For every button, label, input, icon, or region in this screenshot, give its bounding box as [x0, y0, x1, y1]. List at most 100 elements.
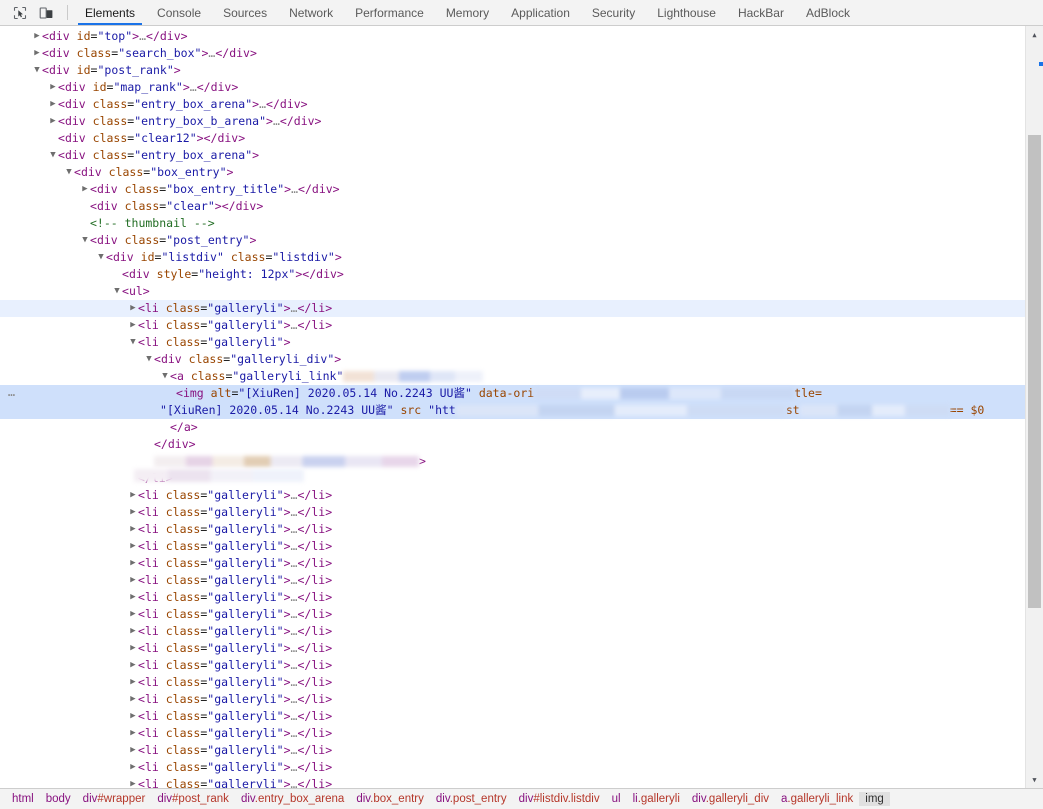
- disclosure-triangle[interactable]: ▶: [128, 640, 138, 657]
- dom-tree-row[interactable]: ▶ <div class="search_box">…</div>: [0, 45, 1026, 62]
- vertical-scrollbar[interactable]: ▲ ▼: [1025, 26, 1043, 788]
- disclosure-triangle[interactable]: ▶: [128, 674, 138, 691]
- disclosure-triangle[interactable]: ▶: [128, 691, 138, 708]
- dom-tree-row[interactable]: ▶ <li class="galleryli">…</li>: [0, 300, 1026, 317]
- breadcrumb-item-div-entry_box_arena[interactable]: div.entry_box_arena: [235, 792, 350, 806]
- disclosure-triangle[interactable]: ▶: [128, 708, 138, 725]
- disclosure-triangle[interactable]: ▼: [32, 62, 42, 79]
- disclosure-triangle[interactable]: ▼: [80, 232, 90, 249]
- dom-tree-row[interactable]: ▶ <li class="galleryli">…</li>: [0, 589, 1026, 606]
- dom-tree-row[interactable]: ▶ <div class="entry_box_b_arena">…</div>: [0, 113, 1026, 130]
- dom-tree-row[interactable]: <!-- thumbnail -->: [0, 215, 1026, 232]
- dom-tree-row[interactable]: ▶ <li class="galleryli">…</li>: [0, 776, 1026, 788]
- disclosure-triangle[interactable]: [80, 215, 90, 232]
- breadcrumb-item-div-post_rank[interactable]: div#post_rank: [151, 792, 235, 806]
- disclosure-triangle[interactable]: [80, 198, 90, 215]
- disclosure-triangle[interactable]: ▶: [32, 28, 42, 45]
- disclosure-triangle[interactable]: ▶: [128, 606, 138, 623]
- dom-tree-row[interactable]: </div>: [0, 436, 1026, 453]
- dom-tree-row[interactable]: <div style="height: 12px"></div>: [0, 266, 1026, 283]
- dom-tree-row[interactable]: ▶ <li class="galleryli">…</li>: [0, 674, 1026, 691]
- disclosure-triangle[interactable]: ▶: [128, 487, 138, 504]
- dom-tree-row[interactable]: ▶ <li class="galleryli">…</li>: [0, 657, 1026, 674]
- tab-memory[interactable]: Memory: [435, 0, 500, 25]
- breadcrumb-item-div-galleryli_div[interactable]: div.galleryli_div: [686, 792, 775, 806]
- dom-tree-row[interactable]: ▼ <div class="box_entry">: [0, 164, 1026, 181]
- disclosure-triangle[interactable]: ▼: [48, 147, 58, 164]
- breadcrumb-item-img[interactable]: img: [859, 792, 890, 806]
- disclosure-triangle[interactable]: ▶: [128, 300, 138, 317]
- expand-dots-badge[interactable]: …: [4, 386, 20, 399]
- disclosure-triangle[interactable]: ▼: [144, 351, 154, 368]
- breadcrumb-item-div-wrapper[interactable]: div#wrapper: [77, 792, 152, 806]
- disclosure-triangle[interactable]: [144, 436, 154, 453]
- dom-tree-row[interactable]: ▼ <ul>: [0, 283, 1026, 300]
- disclosure-triangle[interactable]: [144, 453, 154, 470]
- disclosure-triangle[interactable]: ▶: [128, 589, 138, 606]
- dom-tree-row[interactable]: <div class="clear"></div>: [0, 198, 1026, 215]
- breadcrumb-item-html[interactable]: html: [6, 792, 40, 806]
- dom-tree-row[interactable]: ▶ <li class="galleryli">…</li>: [0, 725, 1026, 742]
- dom-tree-row[interactable]: ▼ <div class="post_entry">: [0, 232, 1026, 249]
- dom-tree-row[interactable]: ▶ <li class="galleryli">…</li>: [0, 555, 1026, 572]
- dom-tree-row[interactable]: ▼ <li class="galleryli">: [0, 334, 1026, 351]
- dom-tree-row[interactable]: ▶ <li class="galleryli">…</li>: [0, 504, 1026, 521]
- dom-tree-row[interactable]: ▶ <li class="galleryli">…</li>: [0, 640, 1026, 657]
- tab-elements[interactable]: Elements: [74, 0, 146, 25]
- dom-tree-row[interactable]: ▶ <li class="galleryli">…</li>: [0, 759, 1026, 776]
- device-toolbar-icon[interactable]: [33, 0, 60, 25]
- dom-tree-row[interactable]: ▶ <li class="galleryli">…</li>: [0, 538, 1026, 555]
- dom-tree-row[interactable]: ▶ <div id="map_rank">…</div>: [0, 79, 1026, 96]
- disclosure-triangle[interactable]: [160, 419, 170, 436]
- scroll-up-arrow-icon[interactable]: ▲: [1026, 26, 1043, 43]
- disclosure-triangle[interactable]: ▶: [48, 79, 58, 96]
- dom-tree-row[interactable]: ▼ <div class="galleryli_div">: [0, 351, 1026, 368]
- disclosure-triangle[interactable]: ▶: [128, 623, 138, 640]
- tab-sources[interactable]: Sources: [212, 0, 278, 25]
- disclosure-triangle[interactable]: ▶: [80, 181, 90, 198]
- dom-tree-row[interactable]: ▶ <li class="galleryli">…</li>: [0, 691, 1026, 708]
- scroll-down-arrow-icon[interactable]: ▼: [1026, 771, 1043, 788]
- dom-tree-row[interactable]: </li>: [0, 469, 1026, 487]
- breadcrumb-item-a-galleryli_link[interactable]: a.galleryli_link: [775, 792, 859, 806]
- tab-performance[interactable]: Performance: [344, 0, 435, 25]
- disclosure-triangle[interactable]: ▶: [128, 572, 138, 589]
- disclosure-triangle[interactable]: ▼: [112, 283, 122, 300]
- disclosure-triangle[interactable]: ▼: [160, 368, 170, 385]
- tab-lighthouse[interactable]: Lighthouse: [646, 0, 727, 25]
- disclosure-triangle[interactable]: ▶: [48, 113, 58, 130]
- disclosure-triangle[interactable]: ▶: [128, 725, 138, 742]
- dom-tree[interactable]: ▶ <div id="top">…</div> ▶ <div class="searc…: [0, 26, 1026, 788]
- tab-hackbar[interactable]: HackBar: [727, 0, 795, 25]
- disclosure-triangle[interactable]: ▼: [64, 164, 74, 181]
- dom-tree-row[interactable]: ▶ <li class="galleryli">…</li>: [0, 521, 1026, 538]
- disclosure-triangle[interactable]: [48, 130, 58, 147]
- disclosure-triangle[interactable]: ▶: [32, 45, 42, 62]
- dom-tree-row[interactable]: ▶ <li class="galleryli">…</li>: [0, 623, 1026, 640]
- dom-tree-row[interactable]: ▶ <div id="top">…</div>: [0, 28, 1026, 45]
- breadcrumb-item-div-post_entry[interactable]: div.post_entry: [430, 792, 513, 806]
- disclosure-triangle[interactable]: ▶: [128, 657, 138, 674]
- dom-tree-row[interactable]: ▶ <li class="galleryli">…</li>: [0, 317, 1026, 334]
- dom-tree-row[interactable]: ▶ <li class="galleryli">…</li>: [0, 708, 1026, 725]
- dom-tree-row[interactable]: ▼ <div class="entry_box_arena">: [0, 147, 1026, 164]
- disclosure-triangle[interactable]: ▶: [128, 538, 138, 555]
- dom-tree-row[interactable]: ▼ <div id="listdiv" class="listdiv">: [0, 249, 1026, 266]
- disclosure-triangle[interactable]: ▶: [128, 504, 138, 521]
- breadcrumb-item-div-listdiv-listdiv[interactable]: div#listdiv.listdiv: [513, 792, 606, 806]
- disclosure-triangle[interactable]: ▶: [128, 776, 138, 788]
- disclosure-triangle[interactable]: ▶: [48, 96, 58, 113]
- breadcrumb-item-div-box_entry[interactable]: div.box_entry: [350, 792, 430, 806]
- disclosure-triangle[interactable]: ▶: [128, 555, 138, 572]
- dom-tree-row[interactable]: ▶ <li class="galleryli">…</li>: [0, 606, 1026, 623]
- selected-node-line-1[interactable]: … <img alt="[XiuRen] 2020.05.14 No.2243 U…: [0, 385, 1026, 402]
- dom-tree-row[interactable]: ▶ <div class="entry_box_arena">…</div>: [0, 96, 1026, 113]
- dom-tree-row[interactable]: >: [0, 453, 1026, 470]
- disclosure-triangle[interactable]: ▶: [128, 521, 138, 538]
- dom-tree-row[interactable]: ▼ <div id="post_rank">: [0, 62, 1026, 79]
- dom-tree-row[interactable]: ▶ <li class="galleryli">…</li>: [0, 572, 1026, 589]
- scrollbar-thumb[interactable]: [1028, 134, 1041, 609]
- elements-tree-pane[interactable]: ▶ <div id="top">…</div> ▶ <div class="searc…: [0, 26, 1043, 788]
- breadcrumb-item-ul[interactable]: ul: [606, 792, 627, 806]
- dom-tree-row[interactable]: ▶ <li class="galleryli">…</li>: [0, 742, 1026, 759]
